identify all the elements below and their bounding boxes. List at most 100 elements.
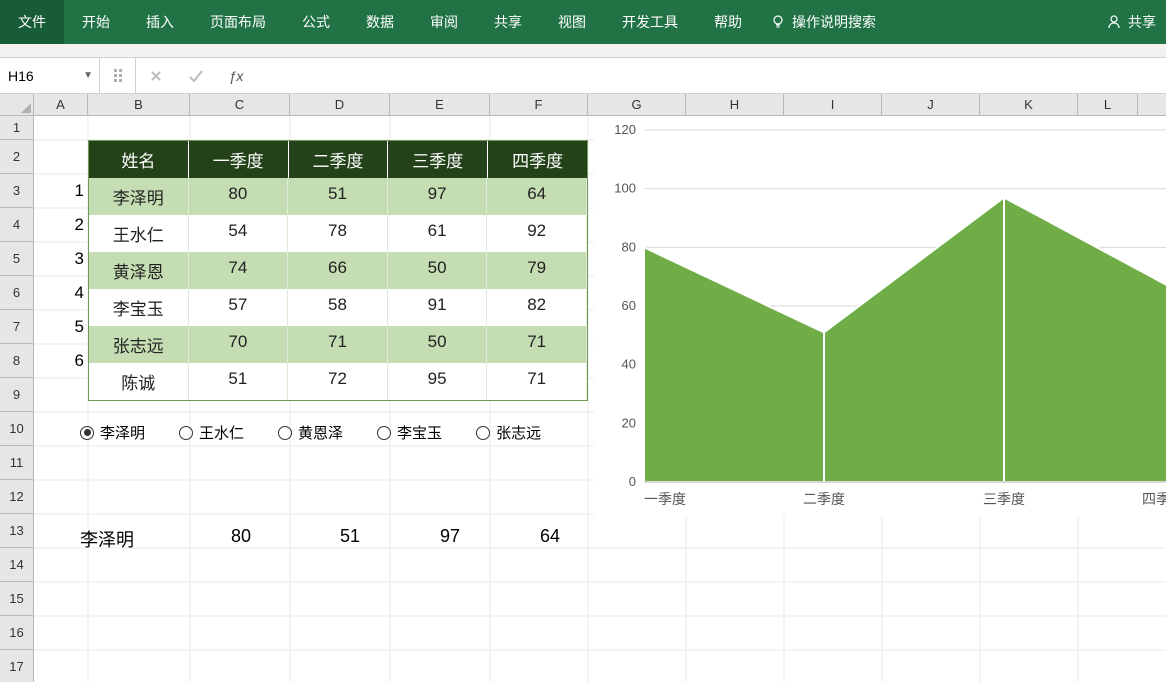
ribbon-tab-file[interactable]: 文件 xyxy=(0,0,64,44)
table-cell[interactable]: 95 xyxy=(388,363,488,400)
table-cell[interactable]: 51 xyxy=(189,363,289,400)
table-cell[interactable]: 王水仁 xyxy=(89,215,189,252)
col-header[interactable]: D xyxy=(290,94,390,115)
share-button[interactable]: 共享 xyxy=(1096,12,1166,32)
row-header[interactable]: 11 xyxy=(0,446,33,480)
table-row[interactable]: 张志远70715071 xyxy=(89,326,587,363)
table-cell[interactable]: 80 xyxy=(189,178,289,215)
table-cell[interactable]: 71 xyxy=(288,326,388,363)
row-header[interactable]: 1 xyxy=(0,116,33,140)
table-header-cell[interactable]: 一季度 xyxy=(189,141,289,178)
table-cell[interactable]: 70 xyxy=(189,326,289,363)
table-cell[interactable]: 51 xyxy=(288,178,388,215)
table-cell[interactable]: 陈诚 xyxy=(89,363,189,400)
formula-bar-drag-handle[interactable] xyxy=(100,58,136,93)
col-header[interactable]: K xyxy=(980,94,1078,115)
radio-option[interactable]: 王水仁 xyxy=(179,422,244,443)
table-cell[interactable]: 61 xyxy=(388,215,488,252)
row-header[interactable]: 15 xyxy=(0,582,33,616)
table-cell[interactable]: 74 xyxy=(189,252,289,289)
chart-area-series[interactable] xyxy=(644,197,1166,482)
row-header[interactable]: 14 xyxy=(0,548,33,582)
cancel-formula-button[interactable] xyxy=(136,58,176,93)
table-cell[interactable]: 64 xyxy=(487,178,587,215)
data-table[interactable]: 姓名 一季度 二季度 三季度 四季度 李泽明80519764王水仁5478619… xyxy=(88,140,588,401)
ribbon-tab-insert[interactable]: 插入 xyxy=(128,0,192,44)
radio-option[interactable]: 李泽明 xyxy=(80,422,145,443)
row-header[interactable]: 4 xyxy=(0,208,33,242)
col-header[interactable]: J xyxy=(882,94,980,115)
table-cell[interactable]: 92 xyxy=(487,215,587,252)
table-header-cell[interactable]: 姓名 xyxy=(89,141,189,178)
row-header[interactable]: 5 xyxy=(0,242,33,276)
col-header[interactable]: B xyxy=(88,94,190,115)
table-cell[interactable]: 79 xyxy=(487,252,587,289)
row-header[interactable]: 6 xyxy=(0,276,33,310)
enter-formula-button[interactable] xyxy=(176,58,216,93)
table-cell[interactable]: 57 xyxy=(189,289,289,326)
table-cell[interactable]: 66 xyxy=(288,252,388,289)
echo-value[interactable]: 80 xyxy=(182,526,300,552)
row-header[interactable]: 8 xyxy=(0,344,33,378)
col-header[interactable]: G xyxy=(588,94,686,115)
table-row[interactable]: 陈诚51729571 xyxy=(89,363,587,400)
table-header-cell[interactable]: 三季度 xyxy=(388,141,488,178)
cells-area[interactable]: 姓名 一季度 二季度 三季度 四季度 李泽明80519764王水仁5478619… xyxy=(34,116,1166,682)
echo-value[interactable]: 97 xyxy=(400,526,500,552)
echo-value[interactable]: 64 xyxy=(500,526,600,552)
row-header[interactable]: 9 xyxy=(0,378,33,412)
row-header[interactable]: 2 xyxy=(0,140,33,174)
row-header[interactable]: 10 xyxy=(0,412,33,446)
col-header[interactable]: F xyxy=(490,94,588,115)
name-box[interactable]: ▼ xyxy=(0,58,100,93)
table-cell[interactable]: 黄泽恩 xyxy=(89,252,189,289)
select-all-corner[interactable] xyxy=(0,94,34,115)
table-cell[interactable]: 张志远 xyxy=(89,326,189,363)
area-chart[interactable]: 020406080100120一季度二季度三季度四季度 xyxy=(594,116,1166,516)
table-cell[interactable]: 78 xyxy=(288,215,388,252)
spreadsheet-grid[interactable]: A B C D E F G H I J K L 1234567891011121… xyxy=(0,94,1166,682)
col-header[interactable]: C xyxy=(190,94,290,115)
radio-option[interactable]: 黄恩泽 xyxy=(278,422,343,443)
table-cell[interactable]: 71 xyxy=(487,326,587,363)
ribbon-tab-formulas[interactable]: 公式 xyxy=(284,0,348,44)
echo-name[interactable]: 李泽明 xyxy=(80,526,182,552)
row-header[interactable]: 3 xyxy=(0,174,33,208)
table-row[interactable]: 王水仁54786192 xyxy=(89,215,587,252)
row-header[interactable]: 12 xyxy=(0,480,33,514)
col-header[interactable]: H xyxy=(686,94,784,115)
formula-input[interactable] xyxy=(262,68,1160,84)
radio-option[interactable]: 李宝玉 xyxy=(377,422,442,443)
table-cell[interactable]: 82 xyxy=(487,289,587,326)
ribbon-tab-review[interactable]: 审阅 xyxy=(412,0,476,44)
table-cell[interactable]: 72 xyxy=(288,363,388,400)
ribbon-tab-home[interactable]: 开始 xyxy=(64,0,128,44)
row-header[interactable]: 13 xyxy=(0,514,33,548)
table-cell[interactable]: 李宝玉 xyxy=(89,289,189,326)
radio-option[interactable]: 张志远 xyxy=(476,422,541,443)
table-cell[interactable]: 50 xyxy=(388,326,488,363)
table-cell[interactable]: 71 xyxy=(487,363,587,400)
chevron-down-icon[interactable]: ▼ xyxy=(83,70,93,81)
table-cell[interactable]: 91 xyxy=(388,289,488,326)
ribbon-tab-help[interactable]: 帮助 xyxy=(696,0,760,44)
name-box-input[interactable] xyxy=(8,68,68,84)
ribbon-tab-view[interactable]: 视图 xyxy=(540,0,604,44)
row-header[interactable]: 17 xyxy=(0,650,33,682)
ribbon-tab-developer[interactable]: 开发工具 xyxy=(604,0,696,44)
table-cell[interactable]: 50 xyxy=(388,252,488,289)
row-header[interactable]: 7 xyxy=(0,310,33,344)
ribbon-tab-share[interactable]: 共享 xyxy=(476,0,540,44)
col-header[interactable]: L xyxy=(1078,94,1138,115)
table-cell[interactable]: 李泽明 xyxy=(89,178,189,215)
table-row[interactable]: 李泽明80519764 xyxy=(89,178,587,215)
table-header-cell[interactable]: 四季度 xyxy=(488,141,587,178)
fx-icon[interactable]: ƒx xyxy=(216,58,256,93)
table-cell[interactable]: 54 xyxy=(189,215,289,252)
table-cell[interactable]: 58 xyxy=(288,289,388,326)
table-row[interactable]: 黄泽恩74665079 xyxy=(89,252,587,289)
col-header[interactable]: A xyxy=(34,94,88,115)
ribbon-tab-pagelayout[interactable]: 页面布局 xyxy=(192,0,284,44)
tell-me-search[interactable]: 操作说明搜索 xyxy=(760,12,886,32)
ribbon-tab-data[interactable]: 数据 xyxy=(348,0,412,44)
